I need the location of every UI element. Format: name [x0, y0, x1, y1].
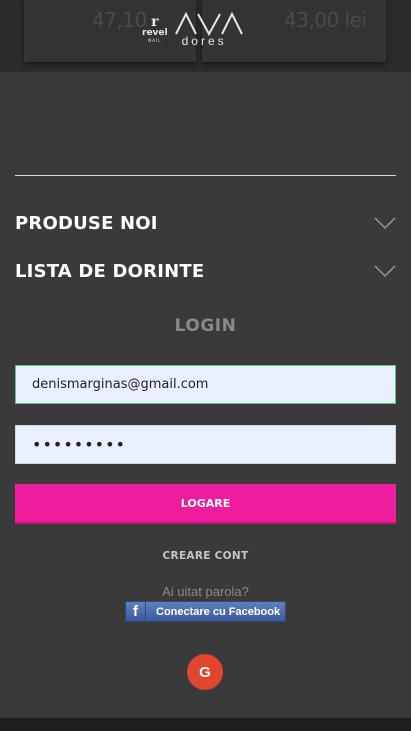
facebook-login-button[interactable]: f Conectare cu Facebook: [125, 601, 286, 622]
revel-subtext: NAIL: [148, 38, 162, 43]
dores-text: dores: [181, 34, 227, 48]
revel-text: revel: [142, 28, 168, 38]
login-button[interactable]: LOGARE: [15, 484, 396, 524]
menu-divider: [15, 175, 396, 176]
login-title: LOGIN: [174, 316, 237, 336]
chevron-down-icon[interactable]: [374, 264, 396, 278]
header-strip: 47,10 43,00 lei r revel NAIL dores: [0, 0, 411, 72]
create-account-link[interactable]: CREARE CONT: [0, 550, 411, 562]
ava-logo-icon: [174, 12, 243, 36]
forgot-password-link[interactable]: Ai uitat parola?: [0, 584, 411, 599]
menu-item-label: PRODUSE NOI: [15, 212, 158, 234]
google-login-button[interactable]: G: [187, 654, 223, 690]
facebook-button-label: Conectare cu Facebook: [156, 605, 281, 618]
product-price: 43,00 lei: [284, 8, 367, 32]
facebook-icon: f: [126, 602, 146, 621]
ava-dores-logo: dores: [174, 12, 244, 48]
chevron-down-icon[interactable]: [374, 216, 396, 230]
menu-item-label: LISTA DE DORINTE: [15, 260, 205, 282]
brand-logo[interactable]: r revel NAIL dores: [142, 12, 262, 48]
product-price: 47,10: [92, 8, 147, 32]
bottom-bar: [0, 718, 411, 731]
menu-item-produse-noi[interactable]: PRODUSE NOI: [15, 208, 396, 238]
revel-nail-logo: r revel NAIL: [142, 15, 168, 43]
email-field[interactable]: denismarginas@gmail.com: [15, 365, 396, 404]
revel-mark-icon: r: [151, 14, 159, 30]
password-field[interactable]: •••••••••: [15, 425, 396, 464]
menu-item-lista-de-dorinte[interactable]: LISTA DE DORINTE: [15, 256, 396, 286]
google-icon: G: [199, 663, 211, 681]
